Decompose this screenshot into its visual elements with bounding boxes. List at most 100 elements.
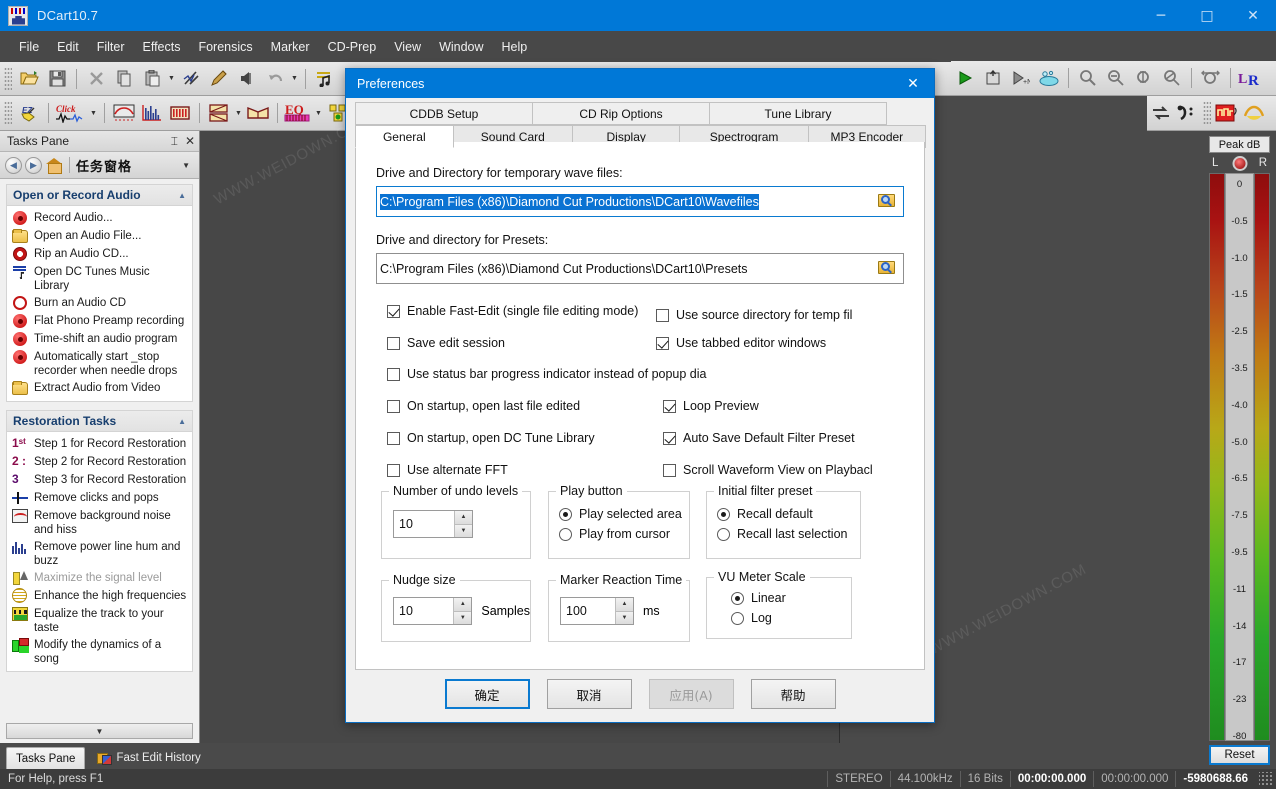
zoom-minus-icon[interactable] bbox=[1102, 65, 1130, 91]
menu-item-marker[interactable]: Marker bbox=[262, 35, 319, 59]
pin-icon[interactable]: ⌶ bbox=[171, 134, 178, 149]
toolbar-grip[interactable] bbox=[4, 101, 12, 125]
radio-recall-default[interactable]: Recall default bbox=[717, 504, 860, 524]
click-dropdown-icon[interactable]: ▼ bbox=[88, 100, 99, 126]
task-item[interactable]: Open DC Tunes Music Library bbox=[10, 263, 190, 294]
spinner-down-icon[interactable]: ▼ bbox=[454, 611, 472, 624]
ez-icon[interactable]: EZ bbox=[15, 100, 43, 126]
task-item[interactable]: 1ˢᵗ Step 1 for Record Restoration bbox=[10, 435, 190, 453]
dialog-tab-cddb-setup[interactable]: CDDB Setup bbox=[355, 102, 533, 125]
spinner-up-icon[interactable]: ▲ bbox=[455, 511, 472, 525]
chevron-down-icon[interactable]: ▼ bbox=[182, 161, 194, 170]
browse-folder-icon[interactable] bbox=[878, 192, 898, 210]
tasks-group-header[interactable]: Restoration Tasks ▲ bbox=[6, 410, 193, 431]
close-icon[interactable]: ✕ bbox=[185, 134, 195, 148]
checkbox-status-bar-progress[interactable]: Use status bar progress indicator instea… bbox=[387, 363, 706, 385]
histogram-icon[interactable] bbox=[138, 100, 166, 126]
undo-dropdown-icon[interactable]: ▼ bbox=[289, 66, 300, 92]
checkbox-use-source-dir[interactable]: Use source directory for temp fil bbox=[656, 304, 852, 326]
task-item[interactable]: Record Audio... bbox=[10, 209, 190, 227]
spinner-down-icon[interactable]: ▼ bbox=[616, 611, 633, 624]
cleanup-icon[interactable] bbox=[1035, 65, 1063, 91]
dialog-tab-tune-library[interactable]: Tune Library bbox=[709, 102, 887, 125]
zoom-out-icon[interactable] bbox=[1074, 65, 1102, 91]
menu-item-window[interactable]: Window bbox=[430, 35, 492, 59]
envelope-icon[interactable] bbox=[205, 100, 233, 126]
paste-dropdown-icon[interactable]: ▼ bbox=[166, 66, 177, 92]
menu-item-file[interactable]: File bbox=[10, 35, 48, 59]
minimize-button[interactable]: ─ bbox=[1138, 0, 1184, 31]
toolbar-grip[interactable] bbox=[1203, 101, 1211, 125]
menu-item-forensics[interactable]: Forensics bbox=[189, 35, 261, 59]
envelope-dropdown-icon[interactable]: ▼ bbox=[233, 100, 244, 126]
checkbox-scroll-waveform[interactable]: Scroll Waveform View on Playbacl bbox=[663, 459, 873, 481]
tasks-pane-scroll-down[interactable]: ▼ bbox=[6, 723, 193, 739]
task-item[interactable]: Time-shift an audio program bbox=[10, 330, 190, 348]
vu-reset-button[interactable]: Reset bbox=[1209, 745, 1270, 765]
eq-dropdown-icon[interactable]: ▼ bbox=[313, 100, 324, 126]
browse-folder-icon[interactable] bbox=[878, 259, 898, 277]
task-item[interactable]: Rip an Audio CD... bbox=[10, 245, 190, 263]
task-item[interactable]: Burn an Audio CD bbox=[10, 294, 190, 312]
spinner-down-icon[interactable]: ▼ bbox=[455, 524, 472, 537]
task-item[interactable]: Modify the dynamics of a song bbox=[10, 636, 190, 667]
checkbox-open-last-file[interactable]: On startup, open last file edited bbox=[387, 395, 580, 417]
spinner-up-icon[interactable]: ▲ bbox=[454, 598, 472, 612]
virtual-valve-icon[interactable] bbox=[1214, 100, 1240, 126]
eq-icon[interactable]: EQ bbox=[283, 100, 313, 126]
zoom-full-icon[interactable] bbox=[1197, 65, 1225, 91]
paste-icon[interactable] bbox=[138, 66, 166, 92]
click-icon[interactable]: Click bbox=[54, 100, 88, 126]
dialog-button[interactable]: 确定 bbox=[444, 679, 530, 709]
task-item[interactable]: Remove background noise and hiss bbox=[10, 507, 190, 538]
maximize-button[interactable]: □ bbox=[1184, 0, 1230, 31]
pencil-icon[interactable] bbox=[205, 66, 233, 92]
chevron-up-icon[interactable]: ▲ bbox=[178, 417, 186, 426]
radio-play-from-cursor[interactable]: Play from cursor bbox=[559, 524, 689, 544]
close-button[interactable]: ✕ bbox=[1230, 0, 1276, 31]
task-item[interactable]: 3 Step 3 for Record Restoration bbox=[10, 471, 190, 489]
home-icon[interactable] bbox=[45, 157, 63, 174]
task-item[interactable]: Remove power line hum and buzz bbox=[10, 538, 190, 569]
task-item[interactable]: Maximize the signal level bbox=[10, 569, 190, 587]
task-item[interactable]: Flat Phono Preamp recording bbox=[10, 312, 190, 330]
back-arrow-icon[interactable]: ◀ bbox=[5, 156, 22, 174]
temp-dir-input[interactable]: C:\Program Files (x86)\Diamond Cut Produ… bbox=[376, 186, 904, 217]
tasks-group-header[interactable]: Open or Record Audio ▲ bbox=[6, 184, 193, 205]
task-item[interactable]: 2 : Step 2 for Record Restoration bbox=[10, 453, 190, 471]
menu-item-cd-prep[interactable]: CD-Prep bbox=[319, 35, 386, 59]
export-icon[interactable] bbox=[979, 65, 1007, 91]
dialog-tab-cd-rip-options[interactable]: CD Rip Options bbox=[532, 102, 710, 125]
dialog-button[interactable]: 帮助 bbox=[750, 679, 836, 709]
checkbox-open-dc-tune-library[interactable]: On startup, open DC Tune Library bbox=[387, 427, 595, 449]
level-icon[interactable] bbox=[166, 100, 194, 126]
save-icon[interactable] bbox=[43, 66, 71, 92]
presets-dir-input[interactable]: C:\Program Files (x86)\Diamond Cut Produ… bbox=[376, 253, 904, 284]
menu-item-effects[interactable]: Effects bbox=[133, 35, 189, 59]
task-item[interactable]: Equalize the track to your taste bbox=[10, 605, 190, 636]
cut-x-icon[interactable] bbox=[82, 66, 110, 92]
menu-item-help[interactable]: Help bbox=[493, 35, 537, 59]
menu-item-filter[interactable]: Filter bbox=[88, 35, 134, 59]
dialog-tab-general[interactable]: General bbox=[355, 125, 454, 148]
task-item[interactable]: Open an Audio File... bbox=[10, 227, 190, 245]
music-note-icon[interactable] bbox=[311, 66, 339, 92]
nudge-size-stepper[interactable]: 10 ▲ ▼ bbox=[393, 597, 473, 625]
checkbox-alternate-fft[interactable]: Use alternate FFT bbox=[387, 459, 508, 481]
task-item[interactable]: Automatically start _stop recorder when … bbox=[10, 348, 190, 379]
spectrum-icon[interactable] bbox=[110, 100, 138, 126]
pane-tab-tasks-pane[interactable]: Tasks Pane bbox=[6, 747, 86, 769]
zoom-sel-icon[interactable] bbox=[1158, 65, 1186, 91]
trim-icon[interactable] bbox=[177, 66, 205, 92]
undo-levels-stepper[interactable]: 10 ▲ ▼ bbox=[393, 510, 473, 538]
play-icon[interactable] bbox=[951, 65, 979, 91]
fade-icon[interactable] bbox=[1240, 100, 1268, 126]
swap-icon[interactable] bbox=[1147, 100, 1175, 126]
pane-tab-fast-edit-history[interactable]: Fast Edit History bbox=[88, 747, 209, 769]
lr-channels-icon[interactable]: LR bbox=[1236, 65, 1268, 91]
checkbox-enable-fast-edit[interactable]: Enable Fast-Edit (single file editing mo… bbox=[387, 300, 638, 322]
checkbox-tabbed-editor[interactable]: Use tabbed editor windows bbox=[656, 332, 826, 354]
mute-icon[interactable] bbox=[233, 66, 261, 92]
radio-recall-last-selection[interactable]: Recall last selection bbox=[717, 524, 860, 544]
task-item[interactable]: Enhance the high frequencies bbox=[10, 587, 190, 605]
